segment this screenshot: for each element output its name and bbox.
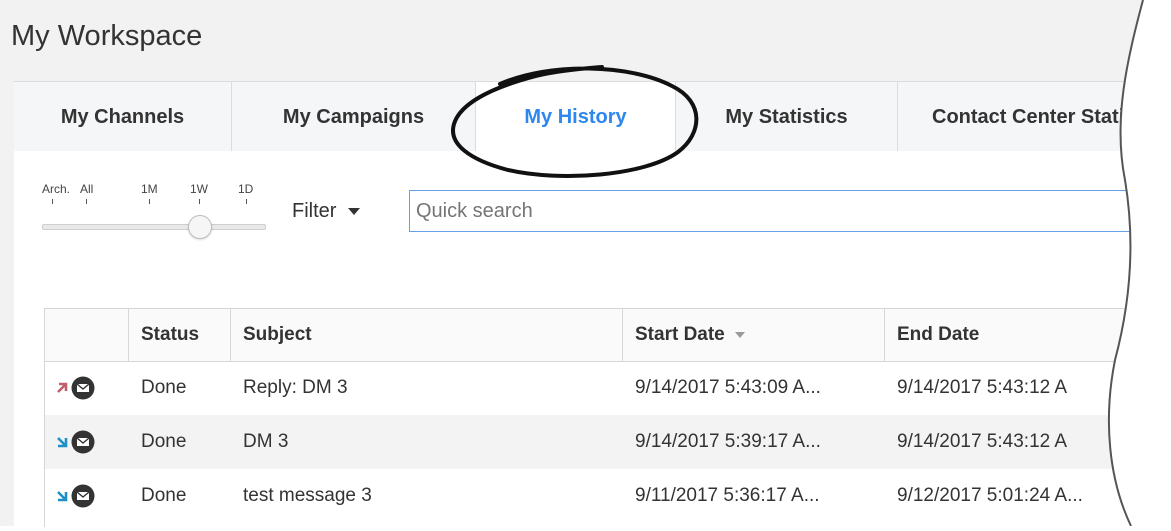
cell-start-date: 9/14/2017 5:43:09 A... bbox=[635, 377, 821, 398]
range-tick bbox=[199, 199, 200, 204]
email-channel-icon bbox=[71, 376, 95, 400]
cell-end-date: 9/14/2017 5:43:12 A bbox=[897, 431, 1068, 452]
tab-my-history[interactable]: My History bbox=[476, 82, 676, 152]
table-header: Status Subject Start Date End Date bbox=[45, 309, 1171, 362]
cell-end-date: 9/14/2017 5:43:12 A bbox=[897, 377, 1068, 398]
cell-subject: test message 3 bbox=[243, 485, 372, 506]
range-thumb[interactable] bbox=[188, 215, 212, 239]
table-row[interactable]: Done Reply: DM 3 9/14/2017 5:43:09 A... … bbox=[45, 361, 1171, 415]
range-track[interactable] bbox=[42, 224, 266, 230]
arrow-outbound-icon bbox=[57, 382, 68, 393]
tab-bar: My Channels My Campaigns My History My S… bbox=[14, 81, 1171, 153]
range-label-archive[interactable]: Arch. bbox=[42, 182, 70, 196]
column-header-start-date-label: Start Date bbox=[635, 324, 725, 345]
page-title: My Workspace bbox=[11, 20, 203, 52]
cell-status: Done bbox=[141, 377, 187, 398]
tab-my-campaigns[interactable]: My Campaigns bbox=[232, 82, 476, 152]
cell-start-date: 9/14/2017 5:39:17 A... bbox=[635, 431, 821, 452]
interaction-icons bbox=[55, 361, 95, 415]
table-row[interactable]: Done test message 3 9/11/2017 5:36:17 A.… bbox=[45, 469, 1171, 523]
range-tick bbox=[149, 199, 150, 204]
history-table: Status Subject Start Date End Date Done … bbox=[44, 308, 1171, 527]
range-tick bbox=[246, 199, 247, 204]
range-label-all[interactable]: All bbox=[80, 182, 93, 196]
filter-dropdown[interactable]: Filter bbox=[292, 200, 361, 223]
email-channel-icon bbox=[71, 484, 95, 508]
arrow-inbound-icon bbox=[57, 437, 68, 448]
tab-my-statistics[interactable]: My Statistics bbox=[676, 82, 898, 152]
range-label-1d[interactable]: 1D bbox=[238, 182, 253, 196]
chevron-down-icon bbox=[348, 208, 361, 215]
interaction-icons bbox=[55, 469, 95, 523]
interaction-icons bbox=[55, 415, 95, 469]
cell-status: Done bbox=[141, 431, 187, 452]
cell-subject: DM 3 bbox=[243, 431, 289, 452]
range-label-1m[interactable]: 1M bbox=[141, 182, 158, 196]
column-header-end-date[interactable]: End Date bbox=[885, 309, 1171, 361]
cell-subject: Reply: DM 3 bbox=[243, 377, 348, 398]
column-header-subject[interactable]: Subject bbox=[231, 309, 623, 361]
range-label-1w[interactable]: 1W bbox=[190, 182, 208, 196]
arrow-inbound-icon bbox=[57, 491, 68, 502]
column-header-status[interactable]: Status bbox=[129, 309, 231, 361]
range-tick bbox=[52, 199, 53, 204]
tab-contact-center-statistics[interactable]: Contact Center Stati bbox=[898, 82, 1171, 152]
cell-status: Done bbox=[141, 485, 187, 506]
tab-my-channels[interactable]: My Channels bbox=[14, 82, 232, 152]
column-header-icons bbox=[45, 309, 129, 361]
filter-label: Filter bbox=[292, 200, 337, 222]
cell-end-date: 9/12/2017 5:01:24 A... bbox=[897, 485, 1083, 506]
range-tick bbox=[86, 199, 87, 204]
cell-start-date: 9/11/2017 5:36:17 A... bbox=[635, 485, 820, 506]
quick-search-input[interactable] bbox=[409, 190, 1169, 232]
column-header-start-date[interactable]: Start Date bbox=[623, 309, 885, 361]
sort-descending-icon bbox=[734, 332, 745, 338]
email-channel-icon bbox=[71, 430, 95, 454]
table-row[interactable]: Done DM 3 9/14/2017 5:39:17 A... 9/14/20… bbox=[45, 415, 1171, 469]
time-range-slider[interactable]: Arch. All 1M 1W 1D bbox=[42, 182, 272, 242]
